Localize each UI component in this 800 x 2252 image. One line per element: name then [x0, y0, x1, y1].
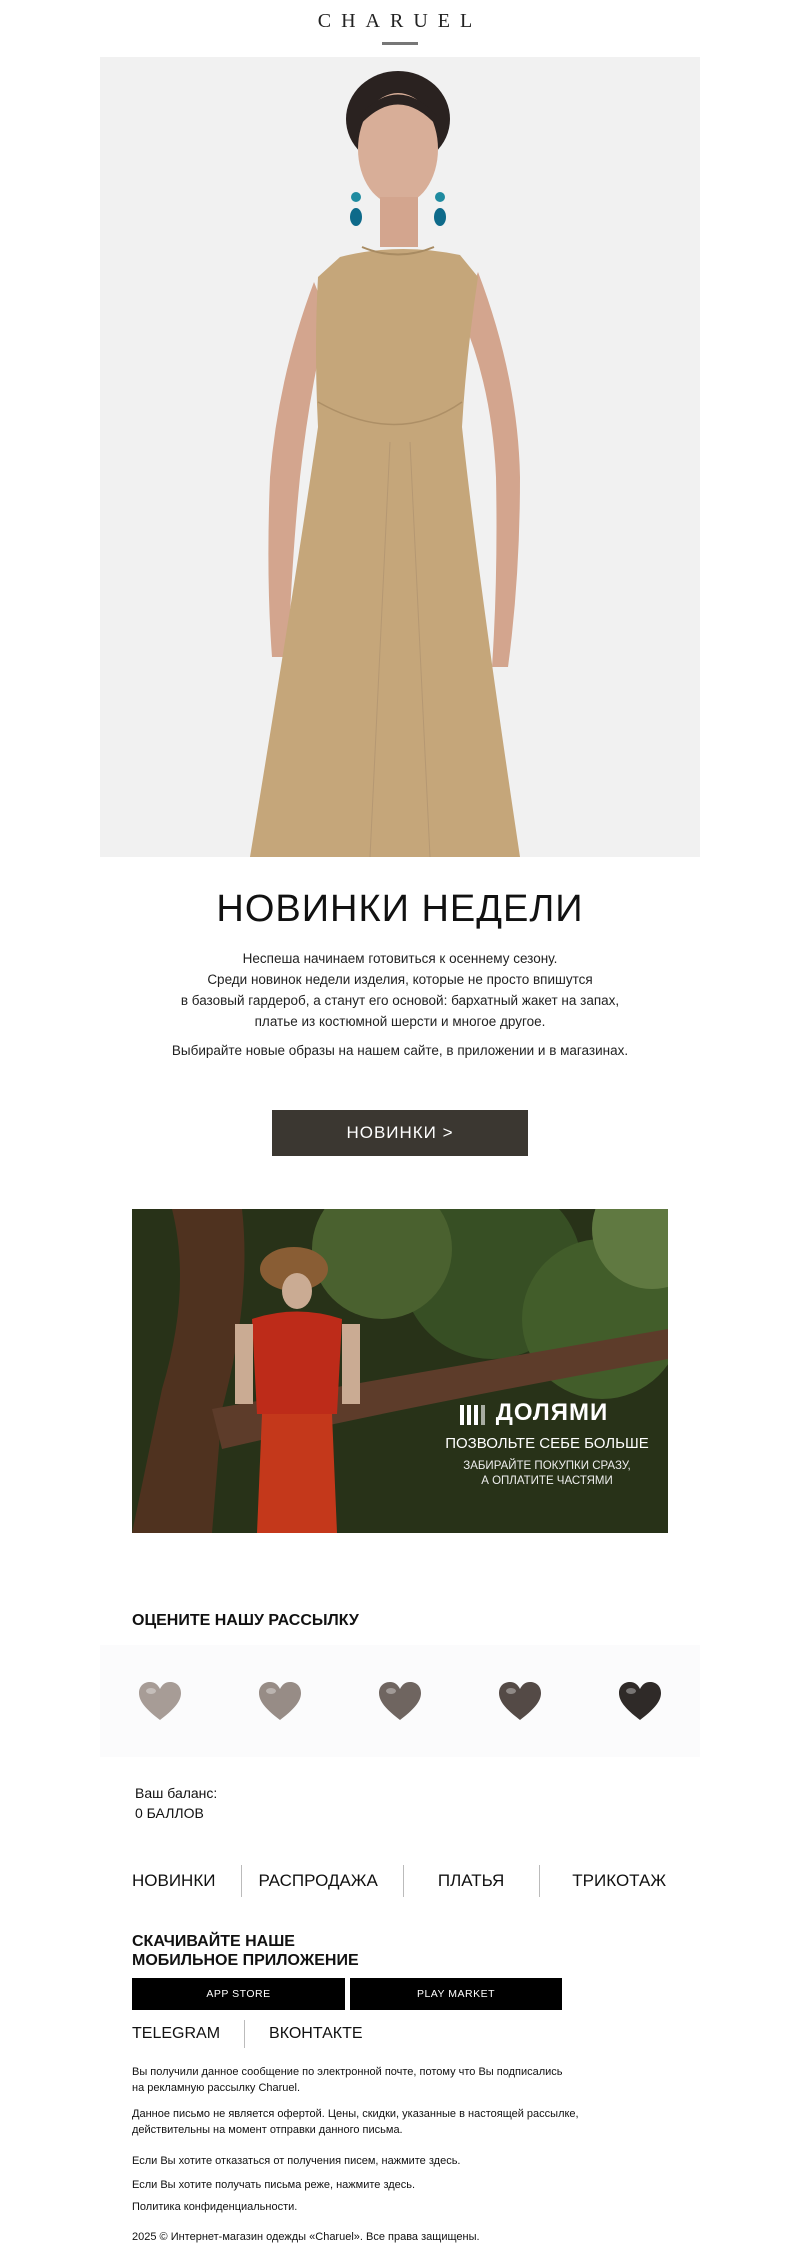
intro-line: Среди новинок недели изделия, которые не…	[207, 972, 593, 987]
intro-paragraph-2: Выбирайте новые образы на нашем сайте, в…	[171, 1043, 629, 1058]
heart-rating-4-icon[interactable]	[493, 1674, 547, 1728]
vk-link[interactable]: ВКОНТАКТЕ	[269, 2025, 363, 2043]
legal-line: действительны на момент отправки данного…	[132, 2124, 403, 2136]
social-links: TELEGRAM ВКОНТАКТЕ	[132, 2018, 363, 2050]
intro-paragraph: Неспеша начинаем готовиться к осеннему с…	[140, 948, 660, 1032]
intro-line: платье из костюмной шерсти и многое друг…	[254, 1014, 546, 1029]
play-market-button[interactable]: PLAY MARKET	[350, 1978, 562, 2010]
rating-hearts	[100, 1645, 700, 1757]
banner-subtext: ЗАБИРАЙТЕ ПОКУПКИ СРАЗУ, А ОПЛАТИТЕ ЧАСТ…	[432, 1459, 662, 1489]
social-divider	[244, 2020, 246, 2048]
nav-knitwear[interactable]: ТРИКОТАЖ	[572, 1871, 666, 1891]
nav-divider	[402, 1865, 404, 1897]
app-store-button[interactable]: APP STORE	[132, 1978, 345, 2010]
banner-headline: ПОЗВОЛЬТЕ СЕБЕ БОЛЬШЕ	[445, 1435, 649, 1452]
nav-dresses[interactable]: ПЛАТЬЯ	[438, 1871, 504, 1891]
nav-new[interactable]: НОВИНКИ	[132, 1871, 215, 1891]
hero-model-illustration	[100, 57, 700, 857]
less-often-link[interactable]: Если Вы хотите получать письма реже, наж…	[132, 2177, 672, 2193]
subscription-notice: Вы получили данное сообщение по электрон…	[132, 2064, 672, 2096]
heart-rating-3-icon[interactable]	[373, 1674, 427, 1728]
logo-underline	[382, 42, 418, 45]
telegram-link[interactable]: TELEGRAM	[132, 2025, 220, 2043]
heart-rating-1-icon[interactable]	[133, 1674, 187, 1728]
balance-value: 0 БАЛЛОВ	[135, 1805, 204, 1821]
privacy-policy-link[interactable]: Политика конфиденциальности.	[132, 2199, 672, 2215]
nav-sale[interactable]: РАСПРОДАЖА	[258, 1871, 377, 1891]
intro-line: Неспеша начинаем готовиться к осеннему с…	[242, 951, 558, 966]
new-arrivals-button[interactable]: НОВИНКИ >	[272, 1110, 528, 1156]
banner-subtext-line: ЗАБИРАЙТЕ ПОКУПКИ СРАЗУ,	[463, 1460, 631, 1472]
category-nav: НОВИНКИ РАСПРОДАЖА ПЛАТЬЯ ТРИКОТАЖ	[132, 1864, 672, 1898]
heart-rating-2-icon[interactable]	[253, 1674, 307, 1728]
copyright: 2025 © Интернет-магазин одежды «Charuel»…	[132, 2231, 480, 2243]
app-title-line: СКАЧИВАЙТЕ НАШЕ	[132, 1933, 295, 1950]
hero-image[interactable]	[100, 57, 700, 857]
nav-divider	[539, 1865, 541, 1897]
balance-label: Ваш баланс:	[135, 1785, 218, 1801]
brand-logo[interactable]: CHARUEL	[0, 10, 800, 33]
app-title-line: МОБИЛЬНОЕ ПРИЛОЖЕНИЕ	[132, 1952, 359, 1969]
banner-subtext-line: А ОПЛАТИТЕ ЧАСТЯМИ	[481, 1475, 613, 1487]
intro-line: в базовый гардероб, а станут его основой…	[180, 993, 620, 1008]
offer-disclaimer: Данное письмо не является офертой. Цены,…	[132, 2106, 672, 2138]
heart-rating-5-icon[interactable]	[613, 1674, 667, 1728]
legal-line: Данное письмо не является офертой. Цены,…	[132, 2108, 579, 2120]
banner-brand: ДОЛЯМИ	[495, 1399, 609, 1426]
dolyami-banner[interactable]: ДОЛЯМИ ПОЗВОЛЬТЕ СЕБЕ БОЛЬШЕ ЗАБИРАЙТЕ П…	[132, 1209, 668, 1533]
app-download-title: СКАЧИВАЙТЕ НАШЕ МОБИЛЬНОЕ ПРИЛОЖЕНИЕ	[132, 1932, 359, 1970]
legal-line: Вы получили данное сообщение по электрон…	[132, 2066, 563, 2078]
nav-divider	[241, 1865, 243, 1897]
page-title: НОВИНКИ НЕДЕЛИ	[216, 888, 584, 930]
legal-line: на рекламную рассылку Charuel.	[132, 2082, 301, 2094]
rating-title: ОЦЕНИТЕ НАШУ РАССЫЛКУ	[132, 1612, 359, 1629]
unsubscribe-link[interactable]: Если Вы хотите отказаться от получения п…	[132, 2153, 672, 2169]
